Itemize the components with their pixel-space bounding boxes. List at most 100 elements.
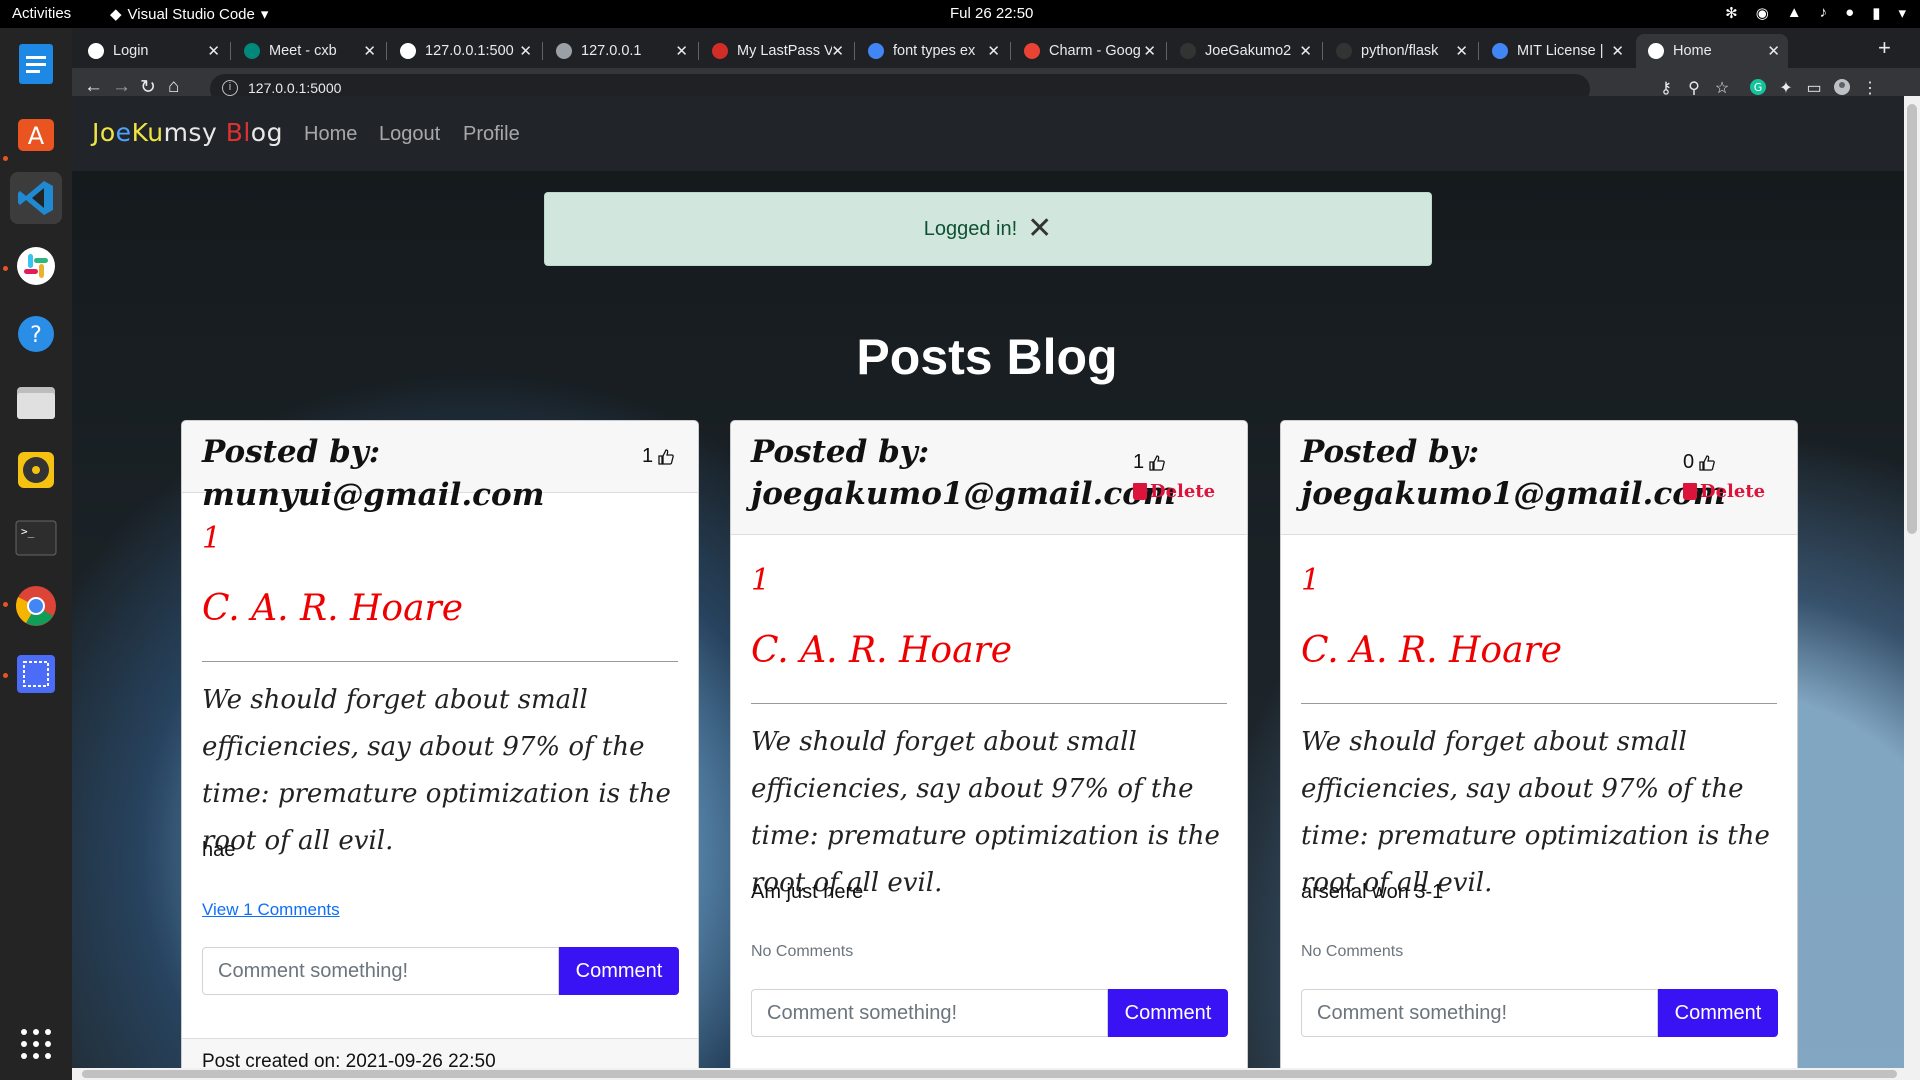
google-icon [868, 43, 884, 59]
tab-close-icon[interactable]: ✕ [1455, 42, 1468, 60]
close-icon[interactable]: ✕ [1027, 214, 1052, 244]
key-icon[interactable]: ⚷ [1656, 78, 1676, 98]
files-icon[interactable] [10, 376, 62, 428]
back-icon[interactable]: ← [84, 76, 103, 98]
post-card-header: Posted by: munyui@gmail.com 1 [182, 421, 698, 513]
scrollbar-thumb[interactable] [82, 1070, 1897, 1078]
browser-tab[interactable]: MIT License | ✕ [1480, 34, 1632, 68]
posted-by-label: Posted by: [751, 434, 930, 470]
browser-tab[interactable]: 127.0.0.1 ✕ [544, 34, 696, 68]
zoom-icon[interactable]: ⚲ [1684, 78, 1704, 98]
terminal-icon[interactable]: >_ [10, 512, 62, 564]
browser-tab[interactable]: Home ✕ [1636, 34, 1788, 68]
comment-button[interactable]: Comment [1658, 989, 1778, 1037]
comment-input[interactable]: Comment something! [1301, 989, 1658, 1037]
tab-title: 127.0.0.1 [581, 43, 642, 59]
new-tab-button[interactable]: + [1878, 35, 1891, 61]
nav-link-home[interactable]: Home [304, 123, 357, 146]
scrollbar-thumb[interactable] [1907, 104, 1917, 534]
system-tray[interactable]: ✻ ◉ ▲ ♪ ● ▮ ▾ [1725, 4, 1906, 22]
like-button[interactable]: 0 [1683, 451, 1716, 474]
tab-close-icon[interactable]: ✕ [1611, 42, 1624, 60]
globe-icon [88, 43, 104, 59]
clock[interactable]: Ful 26 22:50 [950, 5, 1033, 22]
google-fonts-icon [1024, 43, 1040, 59]
delete-button[interactable]: Delete [1133, 481, 1215, 502]
site-info-icon[interactable]: i [222, 80, 238, 96]
site-brand[interactable]: JoeKumsy Blog [92, 118, 283, 147]
comment-input[interactable]: Comment something! [751, 989, 1108, 1037]
tab-close-icon[interactable]: ✕ [987, 42, 1000, 60]
tab-close-icon[interactable]: ✕ [675, 42, 688, 60]
svg-text:>_: >_ [21, 525, 35, 538]
nav-link-profile[interactable]: Profile [463, 123, 520, 146]
grammarly-icon[interactable]: G [1748, 78, 1768, 98]
system-menu-chevron-icon[interactable]: ▾ [1898, 4, 1906, 22]
tab-close-icon[interactable]: ✕ [207, 42, 220, 60]
wifi-icon[interactable]: ▲ [1787, 4, 1802, 22]
vscode-icon: ◆ [110, 6, 122, 23]
tab-close-icon[interactable]: ✕ [1767, 42, 1780, 60]
page-viewport: JoeKumsy Blog Home Logout Profile Logged… [72, 96, 1920, 1068]
ubuntu-software-icon[interactable]: A [10, 106, 62, 158]
rhythmbox-icon[interactable] [10, 444, 62, 496]
browser-tab[interactable]: 127.0.0.1:500 ✕ [388, 34, 540, 68]
tab-close-icon[interactable]: ✕ [831, 42, 844, 60]
vscode-icon[interactable] [10, 172, 62, 224]
profile-avatar-icon[interactable] [1832, 78, 1852, 98]
help-icon[interactable]: ? [10, 308, 62, 360]
tab-close-icon[interactable]: ✕ [1143, 42, 1156, 60]
browser-tab[interactable]: JoeGakumo2 ✕ [1168, 34, 1320, 68]
divider [751, 703, 1227, 704]
browser-tab[interactable]: python/flask ✕ [1324, 34, 1476, 68]
post-body: Am just here [751, 881, 864, 903]
app-menu-label: Visual Studio Code [127, 5, 255, 23]
forward-icon[interactable]: → [112, 76, 131, 98]
tab-close-icon[interactable]: ✕ [1299, 42, 1312, 60]
chrome-icon[interactable] [10, 580, 62, 632]
nav-link-logout[interactable]: Logout [379, 123, 440, 146]
chevron-down-icon: ▾ [260, 6, 269, 23]
show-applications-icon[interactable] [10, 1018, 62, 1070]
microphone-icon[interactable]: ● [1845, 4, 1854, 22]
teamviewer-tray-icon[interactable]: ◉ [1756, 4, 1769, 22]
browser-tab[interactable]: Charm - Goog ✕ [1012, 34, 1164, 68]
comment-button[interactable]: Comment [1108, 989, 1228, 1037]
cast-icon[interactable]: ▭ [1804, 78, 1824, 98]
tab-close-icon[interactable]: ✕ [363, 42, 376, 60]
delete-button[interactable]: Delete [1683, 481, 1765, 502]
post-number: 1 [1301, 563, 1321, 598]
volume-icon[interactable]: ♪ [1820, 4, 1828, 22]
github-icon [1336, 43, 1352, 59]
thumbs-up-icon [1149, 454, 1165, 471]
tab-close-icon[interactable]: ✕ [519, 42, 532, 60]
browser-tab[interactable]: font types ex ✕ [856, 34, 1008, 68]
view-comments-link[interactable]: View 1 Comments [202, 900, 340, 920]
activities-button[interactable]: Activities [12, 5, 71, 22]
home-icon[interactable]: ⌂ [168, 76, 179, 98]
battery-icon[interactable]: ▮ [1872, 4, 1880, 22]
slack-tray-icon[interactable]: ✻ [1725, 4, 1738, 22]
browser-tab[interactable]: Login ✕ [76, 34, 228, 68]
vertical-scrollbar[interactable] [1904, 96, 1920, 1068]
app-menu[interactable]: ◆ Visual Studio Code ▾ [110, 5, 269, 24]
extensions-puzzle-icon[interactable]: ✦ [1776, 78, 1796, 98]
browser-tab[interactable]: Meet - cxb ✕ [232, 34, 384, 68]
screenshot-icon[interactable] [10, 648, 62, 700]
chrome-menu-icon[interactable]: ⋮ [1860, 78, 1880, 98]
tab-title: Login [113, 43, 149, 59]
browser-tab[interactable]: My LastPass V ✕ [700, 34, 852, 68]
post-number: 1 [751, 563, 771, 598]
horizontal-scrollbar[interactable] [72, 1068, 1920, 1080]
comment-button[interactable]: Comment [559, 947, 679, 995]
comment-input[interactable]: Comment something! [202, 947, 559, 995]
libreoffice-writer-icon[interactable] [10, 38, 62, 90]
slack-icon[interactable] [10, 240, 62, 292]
bookmark-star-icon[interactable]: ☆ [1712, 78, 1732, 98]
trash-icon [1133, 483, 1147, 500]
like-button[interactable]: 1 [642, 445, 675, 468]
running-indicator [3, 266, 8, 271]
like-button[interactable]: 1 [1133, 451, 1166, 474]
post-author: C. A. R. Hoare [751, 630, 1013, 671]
brand-part: og [250, 118, 283, 147]
